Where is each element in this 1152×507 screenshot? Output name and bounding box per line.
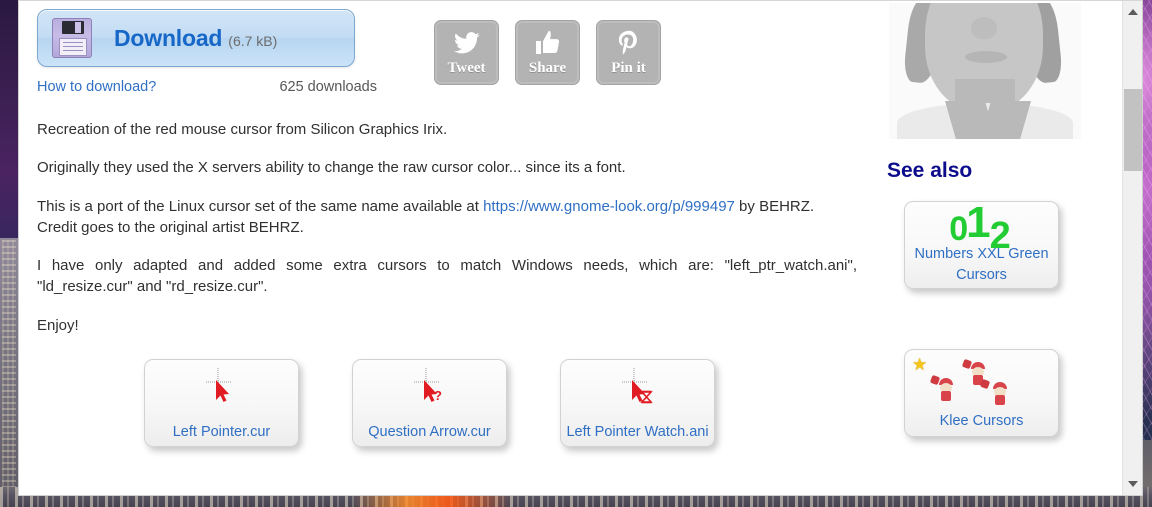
red-arrow-question-cursor-icon: ? [353,366,506,410]
floppy-shutter [62,21,84,34]
scroll-up-triangle [1128,9,1138,15]
red-arrow-cursor-icon [145,366,298,410]
gnome-look-link[interactable]: https://www.gnome-look.org/p/999497 [483,198,735,215]
download-count: 625 downloads [279,79,377,95]
desktop-background: Download (6.7 kB) How to download? 625 d… [0,0,1152,507]
browser-window: Download (6.7 kB) How to download? 625 d… [18,0,1143,496]
thumbs-up-icon [535,29,561,57]
thumbnail-caption[interactable]: Left Pointer.cur [145,424,298,440]
paragraph-3-before: This is a port of the Linux cursor set o… [37,197,484,215]
city-building-left [0,238,18,507]
share-button[interactable]: Share [515,20,580,85]
avatar-nose [971,17,997,39]
vertical-scrollbar[interactable] [1122,1,1142,495]
see-also-card-numbers[interactable]: 0 1 2 Numbers XXL Green Cursors [904,201,1059,289]
see-also-card-klee[interactable]: ★ Klee Cursors [904,349,1059,437]
see-also-card-caption[interactable]: Klee Cursors [905,411,1058,432]
star-icon: ★ [912,355,928,374]
article-body: Recreation of the red mouse cursor from … [37,119,857,336]
avatar [889,3,1081,139]
scroll-down-arrow-icon[interactable] [1123,475,1142,493]
download-size: (6.7 kB) [228,32,278,49]
thumbnail-left-pointer[interactable]: Left Pointer.cur [144,359,299,447]
floppy-label [59,38,87,56]
page-content: Download (6.7 kB) How to download? 625 d… [19,1,1123,495]
how-to-download-link[interactable]: How to download? [37,79,156,95]
twitter-bird-icon [453,29,480,57]
scrollbar-thumb[interactable] [1124,89,1142,171]
social-share-row: Tweet Share Pin it [434,20,661,85]
scroll-down-triangle [1128,481,1138,487]
klee-body [995,395,1005,405]
floppy-disk-icon [52,18,92,58]
share-label: Share [528,60,567,76]
thumbnail-left-pointer-watch[interactable]: Left Pointer Watch.ani [560,359,715,447]
klee-bomb [979,378,991,390]
thumbnail-question-arrow[interactable]: ? Question Arrow.cur [352,359,507,447]
download-button[interactable]: Download (6.7 kB) [37,9,355,67]
pin-it-label: Pin it [611,60,646,76]
digit-one: 1 [966,201,991,247]
paragraph-4: I have only adapted and added some extra… [37,257,857,296]
paragraph-2: Originally they used the X servers abili… [37,159,626,177]
svg-text:?: ? [434,388,442,403]
paragraph-5: Enjoy! [37,316,79,334]
download-text-wrap: Download (6.7 kB) [114,25,277,52]
tweet-label: Tweet [447,60,486,76]
thumbnail-caption[interactable]: Left Pointer Watch.ani [561,424,714,440]
klee-body [941,391,951,401]
paragraph-1: Recreation of the red mouse cursor from … [37,121,448,138]
pin-it-button[interactable]: Pin it [596,20,661,85]
tweet-button[interactable]: Tweet [434,20,499,85]
see-also-heading: See also [887,159,973,182]
red-arrow-hourglass-cursor-icon [561,366,714,410]
download-label: Download [114,24,223,51]
paragraph-3: This is a port of the Linux cursor set o… [37,196,857,239]
cursor-thumbnail-strip: Left Pointer.cur ? Question Arrow.cur Le… [144,359,715,447]
download-meta-row: How to download? 625 downloads [37,79,377,95]
pinterest-icon [617,29,641,57]
avatar-lips [965,51,1007,63]
scroll-up-arrow-icon[interactable] [1123,3,1142,21]
thumbnail-caption[interactable]: Question Arrow.cur [353,424,506,440]
see-also-card-caption[interactable]: Numbers XXL Green Cursors [905,244,1058,286]
sidebar: See also 0 1 2 Numbers XXL Green Cursors… [874,1,1123,495]
